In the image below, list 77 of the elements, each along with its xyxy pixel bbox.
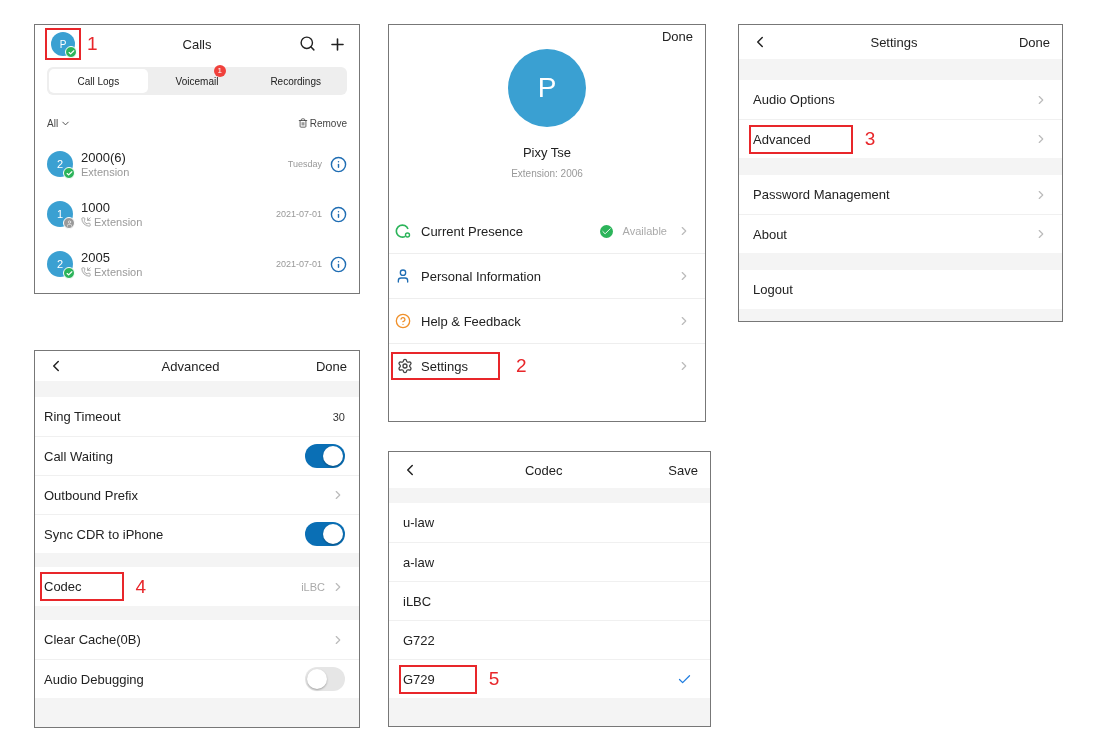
contact-name: 2005 [81,250,111,265]
setting-label[interactable]: Audio Debugging [44,671,144,687]
setting-label[interactable]: Codec [44,579,82,594]
codec-option[interactable]: u-law [403,515,435,530]
menu-row[interactable]: Personal Information [389,253,705,298]
presence-icon [395,223,411,239]
trash-icon [297,118,308,128]
presence-status: Available [622,225,667,237]
codec-option[interactable]: G722 [403,632,435,648]
tab[interactable]: Call Logs [49,69,148,93]
screen-title: Settings [870,34,918,50]
screen-title: Advanced [161,358,220,374]
count-badge: 1 [213,65,226,77]
setting-label[interactable]: Logout [753,282,793,297]
setting-label[interactable]: Sync CDR to iPhone [44,526,164,542]
contact-name: 2000(6) [81,150,127,165]
contact-type: Extension [81,166,130,178]
done-button[interactable]: Done [1018,34,1050,50]
step-number: 4 [135,575,147,598]
available-icon [599,224,613,238]
menu-row[interactable]: Settings 2 [389,343,705,388]
extension-number: Extension: 2006 [511,168,583,179]
done-button[interactable]: Done [315,358,347,374]
call-log-row[interactable]: 2 2000(6) Extension Tuesday [35,139,359,189]
codec-option[interactable]: G729 [403,671,435,687]
done-button[interactable]: Done [661,28,693,44]
search-icon[interactable] [299,34,316,52]
contact-type: Extension [94,266,143,278]
setting-label[interactable]: About [753,226,787,242]
screen-title: Calls [182,36,212,52]
contact-name: 1000 [81,200,111,215]
menu-row[interactable]: Help & Feedback [389,298,705,343]
profile-avatar: P [508,49,586,127]
setting-value: iLBC [301,580,325,593]
call-date: Tuesday [287,159,322,169]
contact-avatar: 2 [47,251,73,277]
step-number: 2 [516,355,527,377]
menu-label[interactable]: Personal Information [421,268,541,284]
menu-label[interactable]: Current Presence [421,223,523,239]
user-name: Pixy Tse [522,145,572,160]
step-number: 3 [864,128,876,150]
settings-icon [397,358,413,374]
contact-avatar: 1 [47,201,73,227]
toggle-switch[interactable] [305,444,345,468]
remove-button[interactable]: Remove [297,117,347,129]
menu-row[interactable]: Current Presence Available [389,209,705,253]
setting-label[interactable]: Clear Cache(0B) [44,632,141,647]
setting-label[interactable]: Call Waiting [44,448,113,464]
info-icon[interactable] [330,205,347,223]
setting-label[interactable]: Password Management [753,187,890,202]
codec-option[interactable]: iLBC [403,593,432,609]
menu-label[interactable]: Settings [421,358,468,374]
contact-type: Extension [94,216,143,228]
setting-label[interactable]: Ring Timeout [44,409,121,424]
setting-value: 30 [332,410,345,423]
call-date: 2021-07-01 [275,209,322,219]
info-icon[interactable] [330,155,347,173]
contact-avatar: 2 [47,151,73,177]
person-icon [395,268,411,284]
info-icon[interactable] [330,255,347,273]
screen-title: Codec [524,462,563,478]
tab[interactable]: Recordings [246,69,345,93]
filter-dropdown[interactable]: All [47,117,72,129]
setting-label[interactable]: Advanced [753,131,811,147]
step-number: 1 [87,33,98,55]
call-date: 2021-07-01 [275,259,322,269]
menu-label[interactable]: Help & Feedback [421,313,521,329]
help-icon [395,313,411,329]
setting-label[interactable]: Audio Options [753,92,835,107]
call-log-row[interactable]: 2 2005 Extension 2021-07-01 [35,239,359,289]
setting-label[interactable]: Outbound Prefix [44,487,138,503]
call-log-row[interactable]: 1 1000 Extension 2021-07-01 [35,189,359,239]
codec-option[interactable]: a-law [403,554,435,570]
toggle-switch[interactable] [305,667,345,691]
step-number: 5 [488,668,500,690]
save-button[interactable]: Save [668,462,698,478]
toggle-switch[interactable] [305,522,345,546]
